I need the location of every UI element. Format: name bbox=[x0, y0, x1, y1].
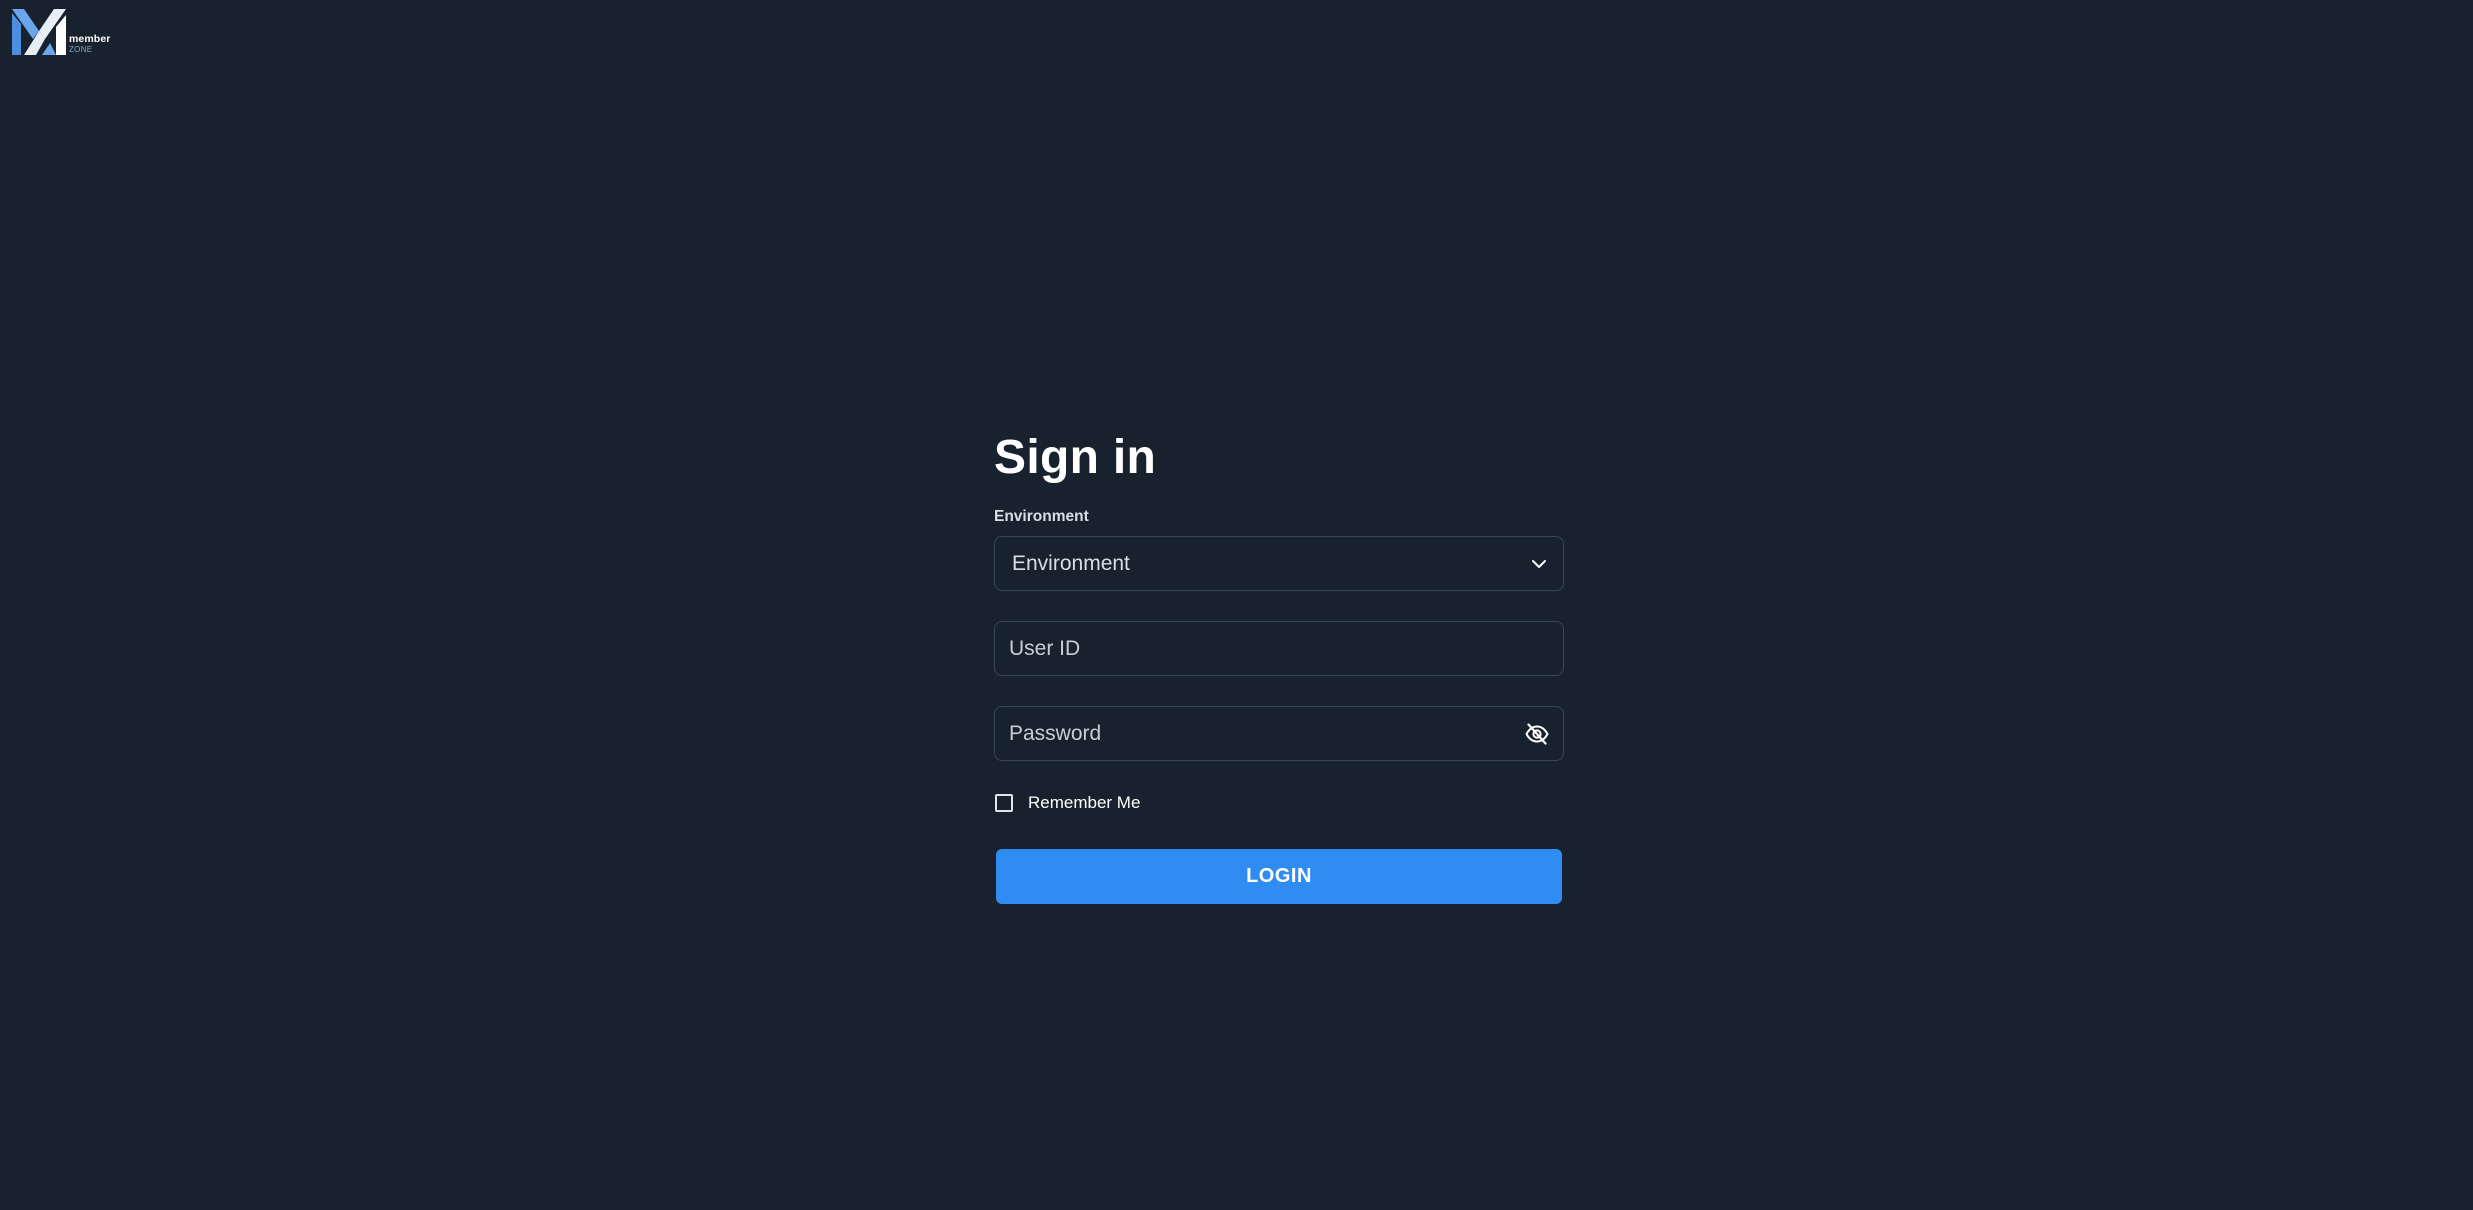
brand-name: member bbox=[69, 32, 111, 45]
password-input[interactable] bbox=[995, 707, 1563, 760]
password-field bbox=[994, 706, 1564, 761]
environment-label: Environment bbox=[994, 508, 1089, 525]
environment-selected-value: Environment bbox=[1012, 551, 1130, 575]
environment-select[interactable]: Environment bbox=[994, 536, 1564, 591]
login-page: member ZONE Sign in Environment Environm… bbox=[0, 0, 2473, 1210]
remember-me-checkbox[interactable] bbox=[995, 794, 1013, 812]
user-id-field bbox=[994, 621, 1564, 676]
login-button[interactable]: LOGIN bbox=[996, 849, 1562, 904]
page-title: Sign in bbox=[994, 431, 1157, 484]
brand-mark-icon bbox=[12, 9, 66, 55]
remember-me-row: Remember Me bbox=[994, 793, 1564, 813]
remember-me-label[interactable]: Remember Me bbox=[1028, 793, 1140, 813]
brand-subname: ZONE bbox=[69, 45, 93, 54]
user-id-input[interactable] bbox=[995, 622, 1563, 675]
chevron-down-icon bbox=[1532, 560, 1546, 568]
sign-in-form: Sign in Environment Environment Remember… bbox=[994, 426, 1564, 904]
brand-wordmark: member ZONE bbox=[69, 32, 111, 55]
brand-logo[interactable]: member ZONE bbox=[12, 9, 110, 55]
eye-off-icon[interactable] bbox=[1525, 723, 1549, 745]
